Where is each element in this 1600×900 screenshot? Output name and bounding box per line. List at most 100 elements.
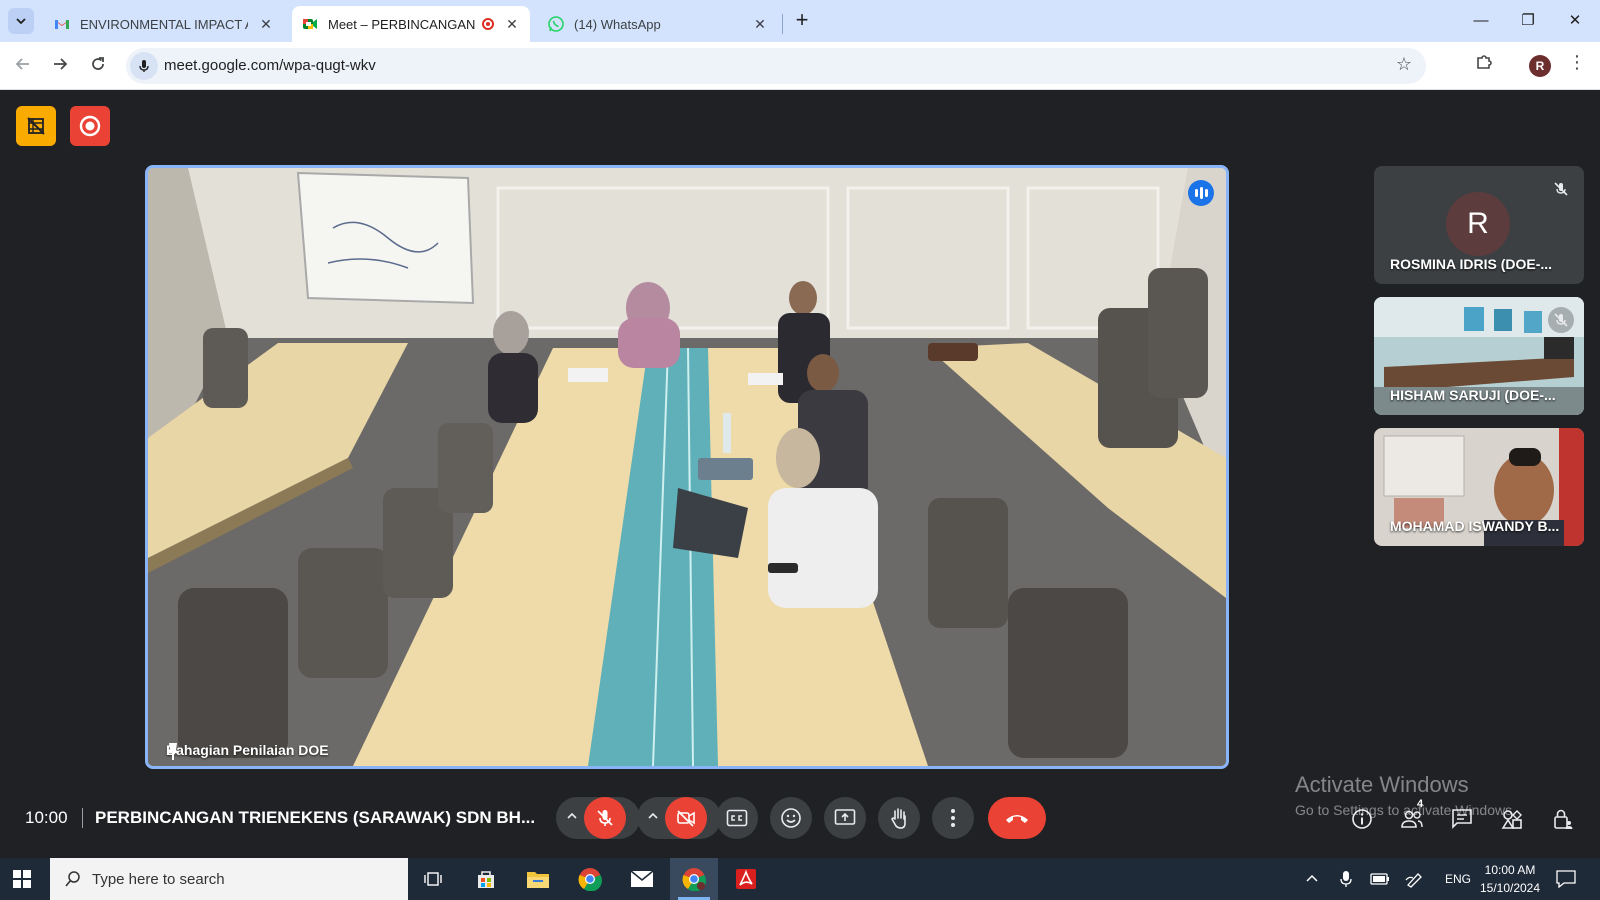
tray-battery[interactable] <box>1370 858 1390 900</box>
search-placeholder: Type here to search <box>92 870 225 888</box>
taskbar-store[interactable] <box>462 858 510 900</box>
close-icon[interactable]: ✕ <box>258 16 274 33</box>
reload-button[interactable] <box>84 52 112 80</box>
watermark-subtitle: Go to Settings to activate Windows. <box>1295 802 1516 818</box>
battery-icon <box>1370 873 1389 885</box>
notification-icon <box>1556 870 1576 888</box>
back-button[interactable] <box>9 52 37 80</box>
meeting-title: PERBINCANGAN TRIENEKENS (SARAWAK) SDN BH… <box>95 808 536 827</box>
chevron-up-icon <box>1306 874 1318 882</box>
tray-time: 10:00 AM <box>1484 863 1536 877</box>
meet-stage: Bahagian Penilaian DOE R ROSMINA IDRIS (… <box>0 90 1600 858</box>
taskbar-mail[interactable] <box>618 858 666 900</box>
camera-toggle-button[interactable] <box>665 797 707 839</box>
captions-button[interactable] <box>716 797 758 839</box>
participant-name: MOHAMAD ISWANDY B... <box>1390 518 1560 534</box>
extensions-button[interactable] <box>1471 53 1497 79</box>
address-bar[interactable]: meet.google.com/wpa-qugt-wkv ☆ <box>126 48 1426 84</box>
whatsapp-icon <box>548 16 564 32</box>
profile-avatar[interactable]: R <box>1529 55 1551 77</box>
tab-title: ENVIRONMENTAL IMPACT ASSI <box>80 16 248 32</box>
tab-search-button[interactable] <box>8 8 34 34</box>
participant-tile-hisham[interactable]: HISHAM SARUJI (DOE-... <box>1374 297 1584 415</box>
chevron-up-icon[interactable] <box>566 809 578 827</box>
forward-button[interactable] <box>46 52 74 80</box>
folder-icon <box>527 872 549 888</box>
chevron-up-icon[interactable] <box>647 809 659 827</box>
tab-strip: ENVIRONMENTAL IMPACT ASSI ✕ Meet – PERBI… <box>0 0 1600 42</box>
mic-toggle-button[interactable] <box>584 797 626 839</box>
raise-hand-button[interactable] <box>878 797 920 839</box>
task-view-icon <box>424 872 442 886</box>
meeting-clock: 10:00 <box>25 808 68 827</box>
participant-name: HISHAM SARUJI (DOE-... <box>1390 387 1556 403</box>
task-view-button[interactable] <box>409 858 457 900</box>
url-text[interactable]: meet.google.com/wpa-qugt-wkv <box>164 57 376 74</box>
reactions-button[interactable] <box>770 797 812 839</box>
arrow-left-icon <box>15 58 29 70</box>
window-close-button[interactable]: ✕ <box>1560 8 1590 34</box>
leave-call-button[interactable] <box>988 797 1046 839</box>
tray-microphone[interactable] <box>1340 858 1352 900</box>
tray-network[interactable] <box>1405 858 1425 900</box>
participant-name: ROSMINA IDRIS (DOE-... <box>1390 256 1553 272</box>
tray-language[interactable]: ENG <box>1445 858 1471 900</box>
notifications-button[interactable] <box>1556 858 1576 900</box>
windows-start-icon[interactable] <box>12 869 32 889</box>
tray-date: 15/10/2024 <box>1479 881 1541 895</box>
browser-menu-button[interactable]: ⋮ <box>1568 52 1586 73</box>
tab-separator <box>782 14 783 34</box>
tab-meet[interactable]: Meet – PERBINCANGAN TR ✕ <box>292 6 530 42</box>
tray-overflow-button[interactable] <box>1305 858 1319 900</box>
camera-off-icon <box>677 810 695 827</box>
close-icon[interactable]: ✕ <box>752 16 768 33</box>
reload-icon <box>92 57 104 70</box>
taskbar-chrome[interactable] <box>566 858 614 900</box>
speaking-indicator-icon <box>1188 180 1214 206</box>
video-control-group <box>637 797 721 839</box>
activation-watermark: Activate Windows Go to Settings to activ… <box>1295 772 1516 818</box>
recording-icon <box>482 18 494 30</box>
more-vert-icon <box>951 809 955 827</box>
close-icon[interactable]: ✕ <box>504 16 520 33</box>
taskbar-file-explorer[interactable] <box>514 858 562 900</box>
tab-whatsapp[interactable]: (14) WhatsApp ✕ <box>538 6 778 42</box>
participant-tile-mohamad[interactable]: MOHAMAD ISWANDY B... <box>1374 428 1584 546</box>
closed-captions-icon <box>726 809 748 827</box>
restore-button[interactable]: ❐ <box>1513 8 1543 34</box>
main-video-tile[interactable]: Bahagian Penilaian DOE <box>145 165 1229 769</box>
bookmark-star-icon[interactable]: ☆ <box>1396 54 1412 75</box>
search-icon <box>65 871 80 887</box>
tab-gmail[interactable]: ENVIRONMENTAL IMPACT ASSI ✕ <box>44 6 284 42</box>
taskbar-acrobat[interactable] <box>722 858 770 900</box>
new-tab-button[interactable]: + <box>790 9 814 33</box>
more-options-button[interactable] <box>932 797 974 839</box>
present-screen-icon <box>834 809 856 825</box>
gmail-icon <box>55 20 69 29</box>
pin-icon[interactable] <box>166 742 180 760</box>
present-screen-button[interactable] <box>824 797 866 839</box>
taskbar-search-box[interactable]: Type here to search <box>50 858 408 900</box>
record-icon <box>79 115 101 137</box>
hand-icon <box>891 808 906 829</box>
tray-clock[interactable]: 10:00 AM 15/10/2024 <box>1470 861 1550 897</box>
windows-taskbar: Type here to search ENG 10:00 AM 15/10/2… <box>0 858 1600 900</box>
participant-tile-rosmina[interactable]: R ROSMINA IDRIS (DOE-... <box>1374 166 1584 284</box>
lock-person-icon <box>1554 809 1573 829</box>
arrow-right-icon <box>54 58 68 70</box>
watermark-title: Activate Windows <box>1295 772 1469 797</box>
avatar: R <box>1446 192 1510 256</box>
microphone-icon <box>1340 871 1352 887</box>
minimize-button[interactable]: — <box>1466 8 1496 34</box>
call-end-icon <box>1006 815 1028 823</box>
mic-off-icon <box>597 810 613 826</box>
recording-badge[interactable] <box>70 106 110 146</box>
no-captions-badge[interactable] <box>16 106 56 146</box>
emoji-icon <box>781 808 801 828</box>
film-off-icon <box>27 117 45 135</box>
site-info-button[interactable] <box>130 52 158 80</box>
conference-room-video <box>148 168 1226 766</box>
host-controls-button[interactable] <box>1548 804 1578 834</box>
taskbar-chrome-profile[interactable] <box>670 858 718 900</box>
chevron-down-icon <box>16 18 26 25</box>
